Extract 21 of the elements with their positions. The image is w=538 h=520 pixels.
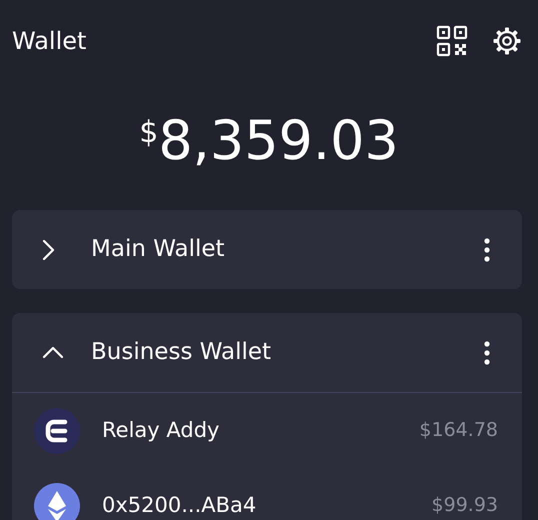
qr-code-icon[interactable] xyxy=(436,25,468,57)
account-value: $99.93 xyxy=(432,493,498,518)
wallet-header[interactable]: Business Wallet xyxy=(12,313,522,392)
chevron-up-icon xyxy=(42,346,64,359)
wallet-name: Main Wallet xyxy=(91,235,226,264)
account-name: 0x5200...ABa4 xyxy=(102,492,258,519)
account-row[interactable]: Relay Addy $164.78 xyxy=(12,393,522,468)
settings-icon[interactable] xyxy=(492,26,522,56)
currency-symbol: $ xyxy=(139,114,158,152)
account-row[interactable]: 0x5200...ABa4 $99.93 xyxy=(12,468,522,520)
more-options-icon[interactable] xyxy=(484,238,490,262)
chevron-right-icon xyxy=(42,238,55,260)
account-value: $164.78 xyxy=(419,418,498,444)
wallet-name: Business Wallet xyxy=(91,338,272,368)
diamond-logo-icon xyxy=(34,482,80,520)
wallet-header[interactable]: Main Wallet xyxy=(12,210,522,289)
page-title: Wallet xyxy=(12,26,88,57)
token-logo-icon xyxy=(34,408,80,454)
account-name: Relay Addy xyxy=(102,416,220,444)
more-options-icon[interactable] xyxy=(484,340,490,364)
total-balance: 8,359.03 xyxy=(158,114,399,168)
